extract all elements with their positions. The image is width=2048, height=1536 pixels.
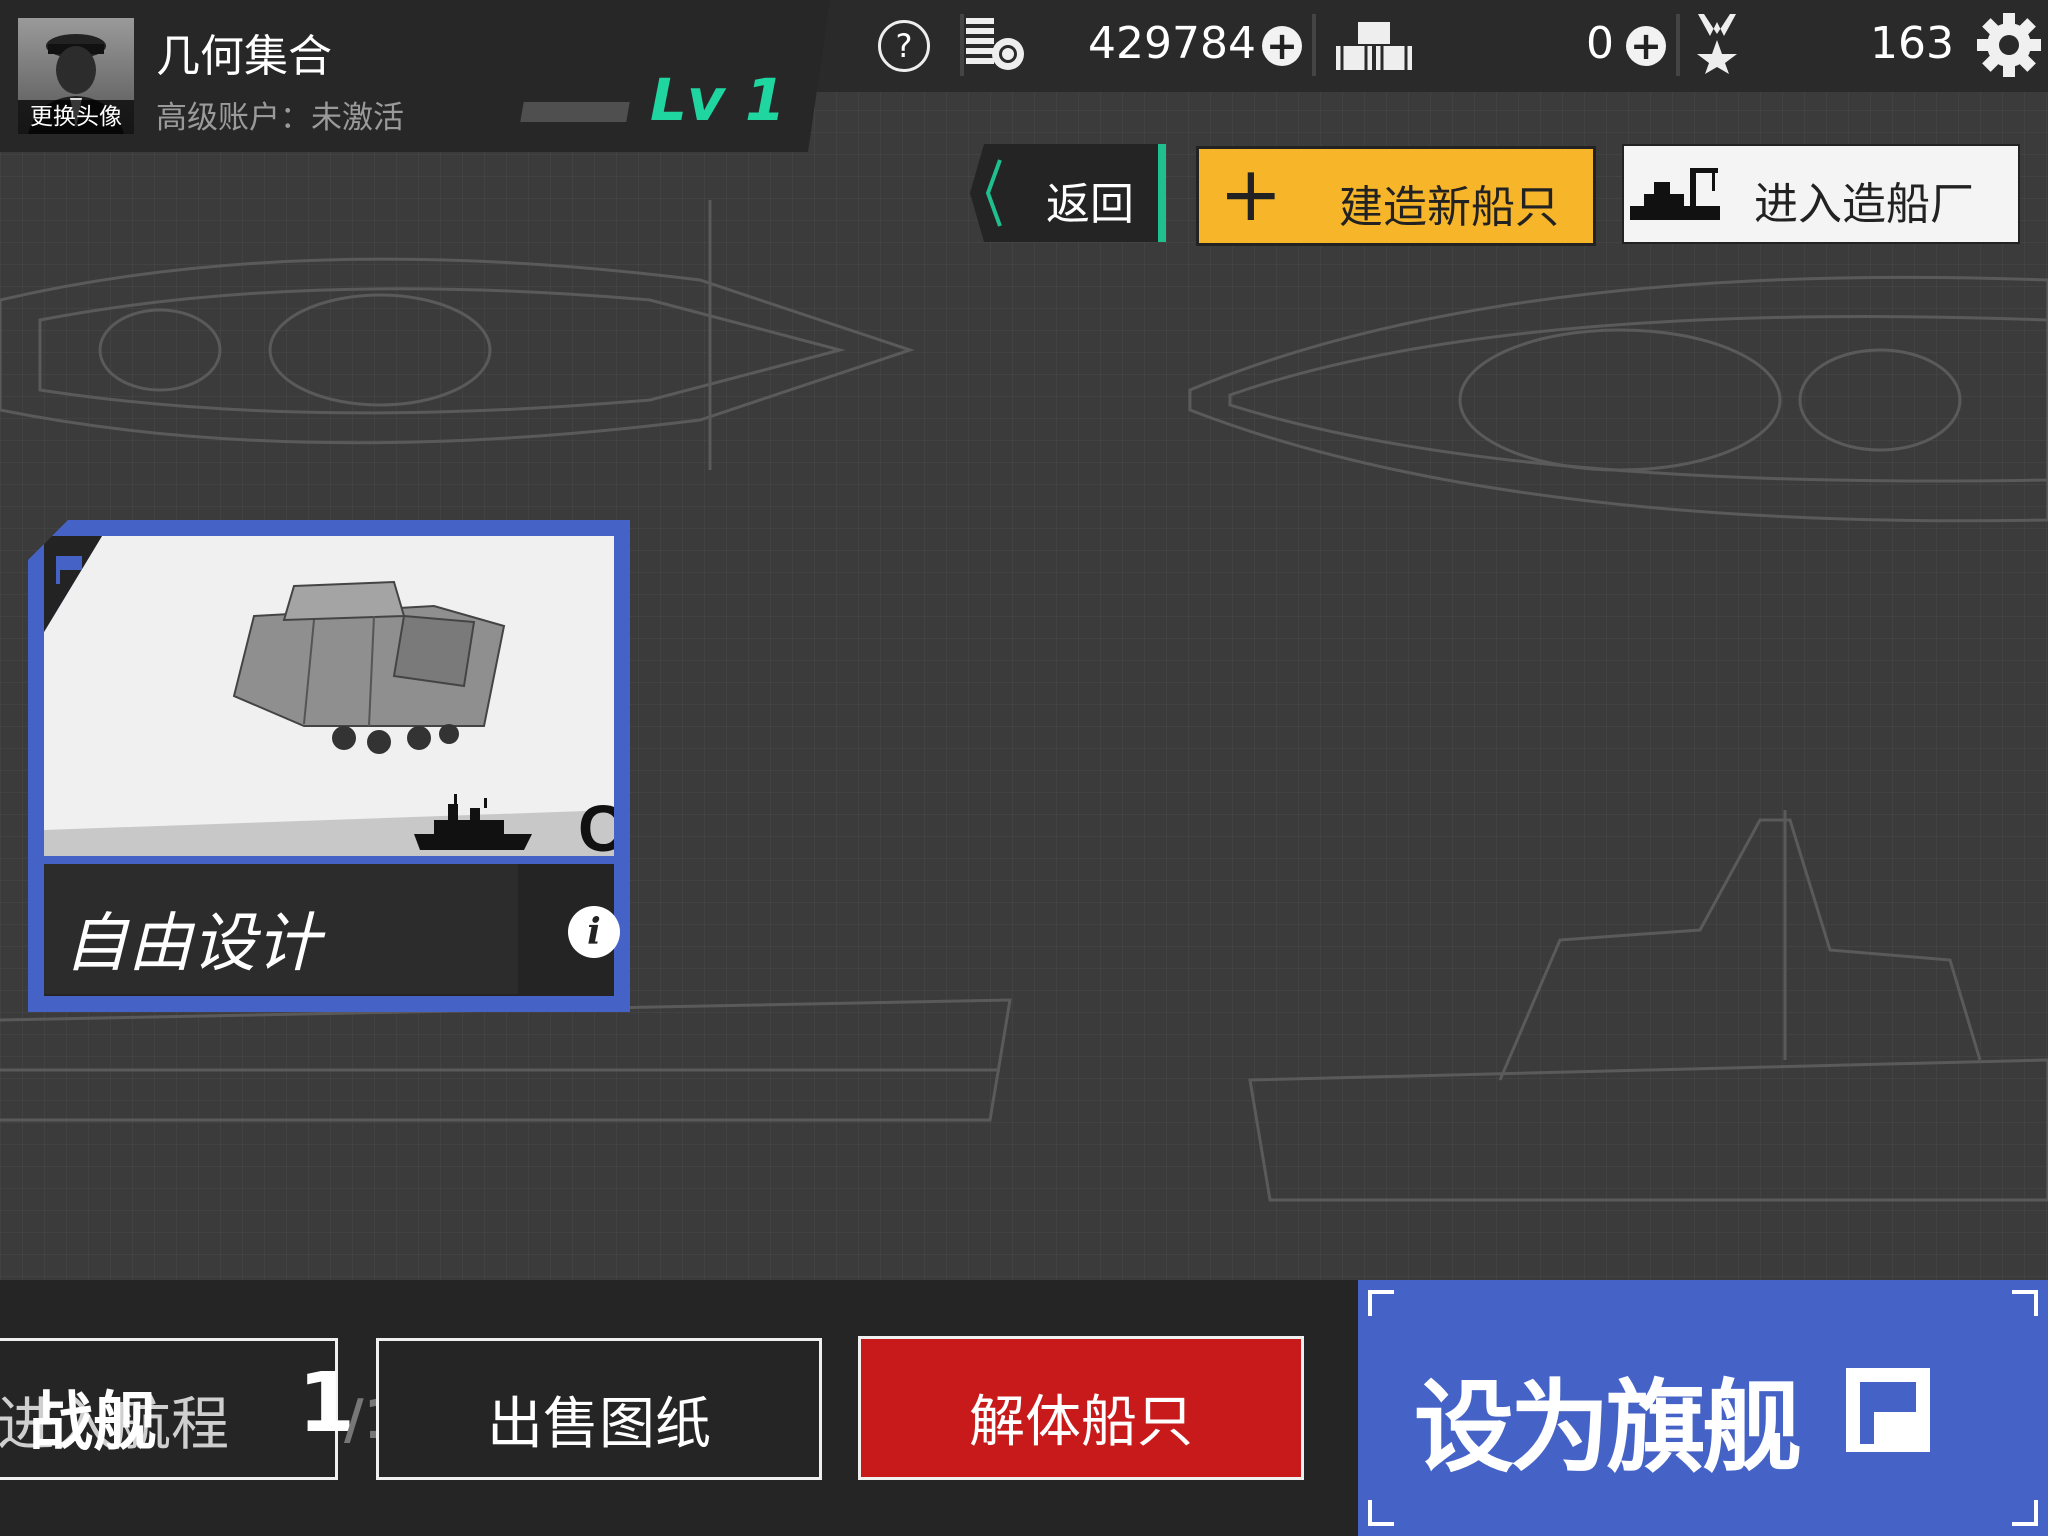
set-as-flagship-label: 设为旗舰 [1414, 1369, 1802, 1486]
supply-crates-icon [1336, 22, 1412, 70]
enter-shipyard-label: 进入造船厂 [1754, 179, 1974, 230]
player-profile-panel: 更换头像 几何集合 高级账户：未激活 Lv 1 [0, 0, 830, 152]
plus-icon: + [1219, 149, 1283, 238]
coin-count: 429784 [1088, 18, 1256, 69]
back-button[interactable]: 返回 [970, 144, 1166, 242]
medal-count: 163 [1870, 18, 1954, 69]
back-accent-bar [1158, 144, 1166, 242]
ship-card[interactable]: CL 自由设计 i [28, 520, 630, 1012]
separator [960, 14, 964, 76]
info-icon: i [587, 911, 601, 953]
scrap-ship-button[interactable]: 解体船只 [858, 1336, 1304, 1480]
corner-bracket [1368, 1500, 1394, 1526]
ship-name: 自由设计 [64, 907, 320, 981]
light-cruiser-silhouette-icon [414, 794, 532, 850]
settings-gear-icon[interactable] [1976, 12, 2042, 78]
shipyard-icon [1630, 168, 1720, 220]
corner-bracket [2012, 1500, 2038, 1526]
change-avatar-label[interactable]: 更换头像 [18, 100, 134, 134]
back-label: 返回 [1046, 179, 1134, 230]
player-avatar[interactable]: 更换头像 [18, 18, 134, 134]
ship-name-panel: 自由设计 [44, 864, 518, 994]
player-level: Lv 1 [650, 66, 786, 134]
plus-icon: + [1266, 24, 1298, 68]
build-new-ship-label: 建造新船只 [1339, 182, 1559, 233]
ship-info-button[interactable]: i [568, 906, 620, 958]
sell-blueprint-label: 出售图纸 [487, 1392, 711, 1457]
medal-icon [1697, 14, 1737, 74]
corner-bracket [1368, 1290, 1394, 1316]
battleship-label: 战舰 [29, 1386, 157, 1460]
flag-icon [1846, 1368, 1930, 1452]
separator [1676, 14, 1680, 76]
ship-name-bar: 自由设计 i [44, 864, 620, 996]
account-status: 高级账户：未激活 [156, 100, 404, 136]
flagship-marker [44, 536, 104, 636]
sell-blueprint-button[interactable]: 出售图纸 [376, 1338, 822, 1480]
enter-shipyard-button[interactable]: 进入造船厂 [1622, 144, 2020, 244]
add-crates-button[interactable]: + [1626, 26, 1666, 66]
help-button[interactable]: ? [878, 20, 930, 72]
fleet-type-panel: 进入航程 战舰 [0, 1338, 338, 1480]
set-as-flagship-button[interactable]: 设为旗舰 [1358, 1280, 2048, 1536]
build-new-ship-button[interactable]: + 建造新船只 [1196, 146, 1596, 246]
coin-stack-icon [966, 18, 1024, 70]
plus-icon: + [1630, 24, 1662, 68]
separator [1312, 14, 1316, 76]
help-icon: ? [895, 27, 913, 65]
ship-model [232, 580, 506, 754]
chevron-left-icon [985, 159, 1002, 227]
xp-progress-bar [520, 102, 630, 122]
scrap-ship-label: 解体船只 [969, 1390, 1193, 1455]
crate-count: 0 [1586, 18, 1614, 69]
add-coins-button[interactable]: + [1262, 26, 1302, 66]
corner-bracket [2012, 1290, 2038, 1316]
player-name: 几何集合 [156, 31, 332, 82]
ship-preview-image: CL [44, 536, 614, 856]
